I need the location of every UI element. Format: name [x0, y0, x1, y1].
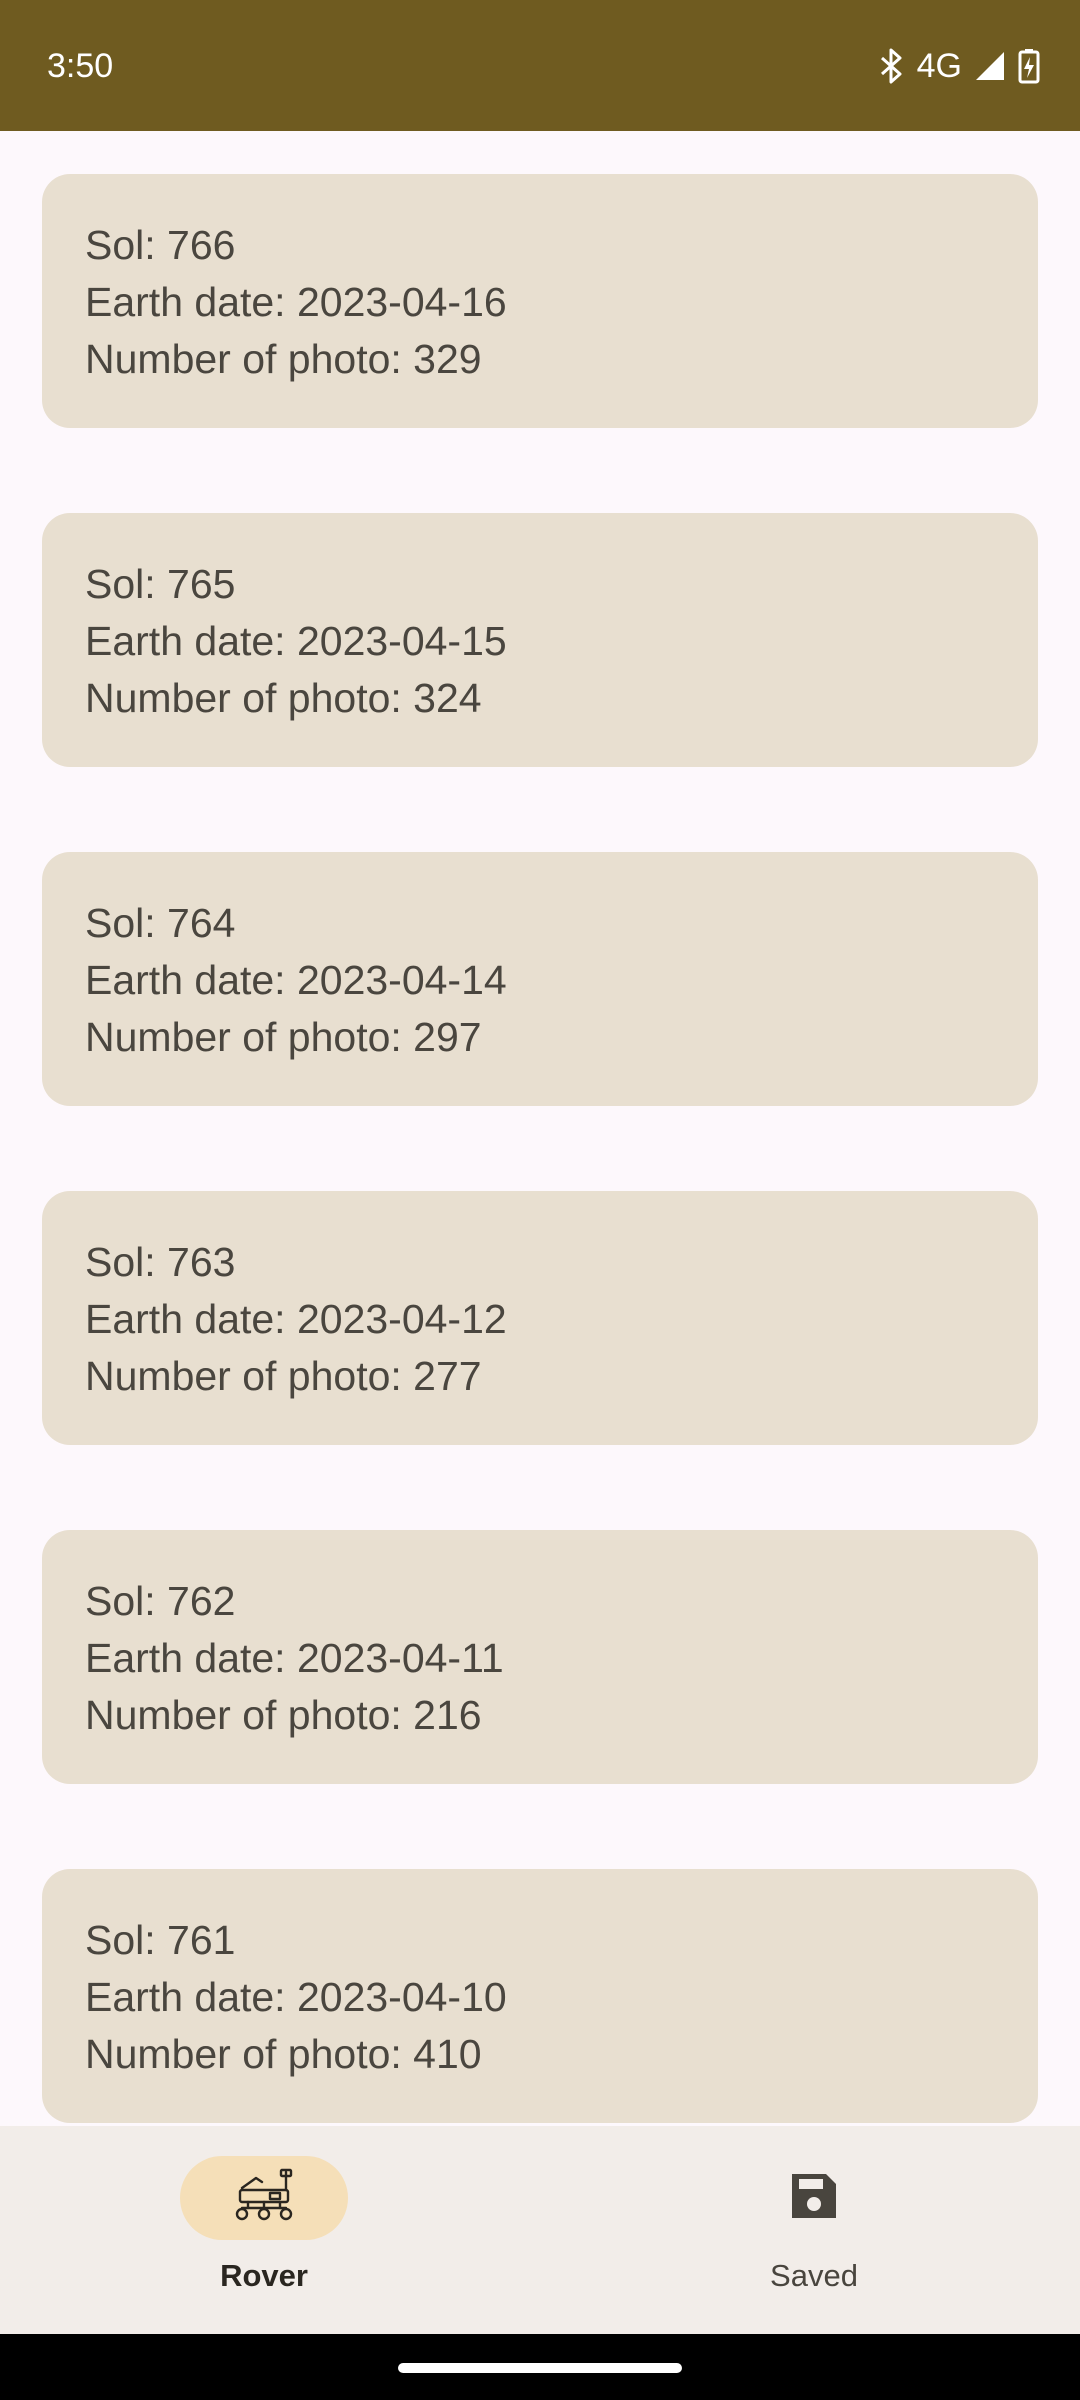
earth-date: Earth date: 2023-04-16	[85, 279, 507, 325]
sol-number: Sol: 763	[85, 1239, 236, 1285]
earth-date: Earth date: 2023-04-15	[85, 618, 507, 664]
sol-number: Sol: 764	[85, 900, 236, 946]
rover-icon	[232, 2168, 296, 2229]
photo-count: Number of photo: 410	[85, 2031, 482, 2077]
sol-number: Sol: 766	[85, 222, 236, 268]
earth-date: Earth date: 2023-04-11	[85, 1635, 504, 1681]
network-type: 4G	[916, 47, 962, 85]
earth-date: Earth date: 2023-04-14	[85, 957, 507, 1003]
nav-label-saved: Saved	[770, 2258, 858, 2293]
sol-card[interactable]: Sol: 766 Earth date: 2023-04-16 Number o…	[42, 174, 1038, 428]
bottom-navigation: Rover Saved	[0, 2126, 1080, 2334]
nav-indicator	[180, 2156, 348, 2240]
sol-card[interactable]: Sol: 763 Earth date: 2023-04-12 Number o…	[42, 1191, 1038, 1445]
nav-item-saved[interactable]: Saved	[664, 2156, 964, 2316]
earth-date: Earth date: 2023-04-12	[85, 1296, 507, 1342]
nav-indicator	[730, 2156, 898, 2240]
signal-icon	[974, 50, 1006, 82]
status-time: 3:50	[47, 47, 114, 85]
photo-count: Number of photo: 329	[85, 336, 482, 382]
sol-list[interactable]: Sol: 766 Earth date: 2023-04-16 Number o…	[0, 131, 1080, 2126]
sol-card[interactable]: Sol: 765 Earth date: 2023-04-15 Number o…	[42, 513, 1038, 767]
nav-label-rover: Rover	[220, 2258, 308, 2293]
earth-date: Earth date: 2023-04-10	[85, 1974, 507, 2020]
photo-count: Number of photo: 324	[85, 675, 482, 721]
bluetooth-icon	[879, 48, 905, 84]
sol-number: Sol: 762	[85, 1578, 236, 1624]
photo-count: Number of photo: 216	[85, 1692, 482, 1738]
save-icon	[788, 2170, 840, 2227]
status-bar: 3:50 4G	[0, 0, 1080, 131]
status-icons: 4G	[879, 42, 1040, 90]
gesture-bar	[0, 2334, 1080, 2400]
photo-count: Number of photo: 297	[85, 1014, 482, 1060]
nav-item-rover[interactable]: Rover	[114, 2156, 414, 2316]
sol-card[interactable]: Sol: 762 Earth date: 2023-04-11 Number o…	[42, 1530, 1038, 1784]
photo-count: Number of photo: 277	[85, 1353, 482, 1399]
battery-charging-icon	[1018, 48, 1040, 84]
sol-number: Sol: 765	[85, 561, 236, 607]
home-handle[interactable]	[398, 2363, 682, 2373]
sol-card[interactable]: Sol: 761 Earth date: 2023-04-10 Number o…	[42, 1869, 1038, 2123]
sol-card[interactable]: Sol: 764 Earth date: 2023-04-14 Number o…	[42, 852, 1038, 1106]
sol-number: Sol: 761	[85, 1917, 236, 1963]
